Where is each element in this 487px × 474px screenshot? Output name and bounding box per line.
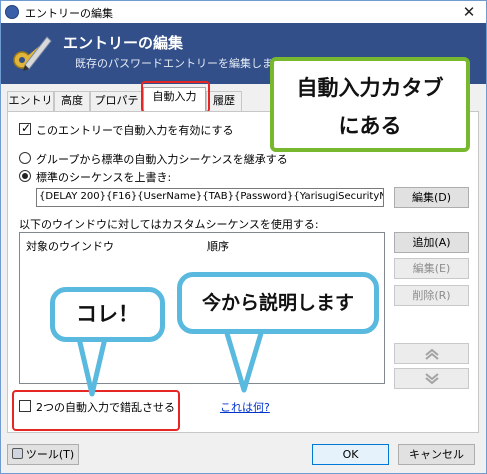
override-sequence-radio[interactable] bbox=[19, 170, 31, 182]
ok-button[interactable]: OK bbox=[312, 444, 389, 465]
double-chevron-up-icon bbox=[424, 348, 439, 360]
close-button[interactable]: ✕ bbox=[455, 2, 483, 22]
banner-title: エントリーの編集 bbox=[63, 34, 184, 52]
inherit-sequence-radio[interactable] bbox=[19, 152, 31, 164]
double-chevron-down-icon bbox=[424, 373, 439, 385]
custom-sequence-label: 以下のウインドウに対してはカスタムシーケンスを使用する: bbox=[19, 218, 319, 231]
tab-location-callout-line1: 自動入力カタブ bbox=[296, 76, 444, 100]
footer-bar: ツール(T) OK キャンセル bbox=[1, 438, 486, 473]
callout-explain-bubble: 今から説明します bbox=[177, 272, 379, 334]
tab-advanced[interactable]: 高度 bbox=[54, 91, 90, 111]
enable-autotype-checkbox[interactable] bbox=[19, 121, 31, 135]
edit-association-button[interactable]: 編集(E) bbox=[394, 258, 469, 279]
obfuscate-highlight-box bbox=[12, 390, 180, 431]
move-down-button[interactable] bbox=[394, 368, 469, 389]
tools-button[interactable]: ツール(T) bbox=[7, 444, 79, 465]
edit-sequence-button[interactable]: 編集(D) bbox=[394, 187, 469, 208]
column-sequence[interactable]: 順序 bbox=[207, 238, 229, 254]
move-up-button[interactable] bbox=[394, 343, 469, 364]
column-target-window[interactable]: 対象のウインドウ bbox=[26, 238, 114, 254]
help-link[interactable]: これは何? bbox=[220, 399, 270, 415]
callout-this-bubble: コレ！ bbox=[50, 287, 165, 342]
banner-subtitle: 既存のパスワードエントリーを編集します bbox=[75, 57, 284, 70]
tools-button-label: ツール(T) bbox=[25, 448, 75, 461]
app-lock-icon bbox=[5, 5, 19, 19]
title-bar: エントリーの編集 ✕ bbox=[1, 1, 486, 23]
inherit-sequence-label: グループから標準の自動入力シーケンスを継承する bbox=[36, 153, 288, 166]
sequence-input[interactable]: {DELAY 200}{F16}{UserName}{TAB}{Password… bbox=[36, 188, 384, 207]
tab-location-callout: 自動入力カタブ にある bbox=[270, 57, 470, 152]
add-association-button[interactable]: 追加(A) bbox=[394, 232, 469, 253]
delete-association-button[interactable]: 削除(R) bbox=[394, 285, 469, 306]
enable-autotype-label: このエントリーで自動入力を有効にする bbox=[36, 124, 234, 137]
override-sequence-label: 標準のシーケンスを上書き: bbox=[36, 171, 172, 184]
tab-properties[interactable]: プロパティ bbox=[90, 91, 143, 125]
tab-history[interactable]: 履歴 bbox=[206, 91, 242, 111]
tab-highlight-box bbox=[141, 81, 210, 113]
tab-location-callout-line2: にある bbox=[338, 114, 402, 138]
tools-icon bbox=[11, 448, 23, 459]
key-pen-icon bbox=[13, 36, 52, 71]
cancel-button[interactable]: キャンセル bbox=[398, 444, 475, 465]
window-title: エントリーの編集 bbox=[25, 7, 113, 20]
tab-entry[interactable]: エントリー bbox=[7, 91, 54, 125]
